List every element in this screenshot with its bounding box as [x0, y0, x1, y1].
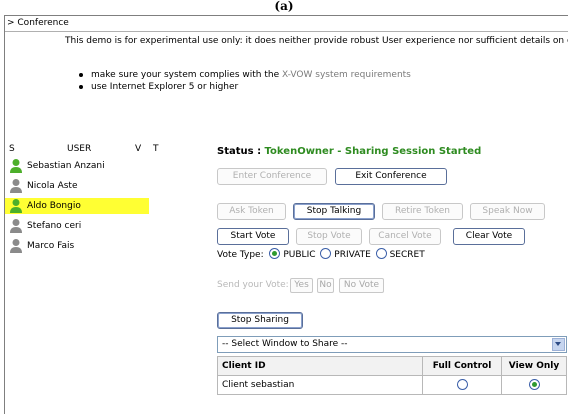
full-control-radio[interactable] — [456, 379, 468, 390]
requirement-item: make sure your system complies with the … — [75, 69, 411, 81]
vote-type-group: Vote Type: PUBLIC PRIVATE SECRET — [217, 248, 425, 262]
full-control-header: Full Control — [422, 356, 502, 376]
table-header-row: Client ID Full Control View Only — [217, 356, 567, 376]
user-name: Sebastian Anzani — [27, 161, 105, 171]
client-id-cell: Client sebastian — [217, 375, 423, 395]
view-only-cell — [501, 375, 567, 395]
vote-public-radio[interactable] — [269, 248, 281, 259]
user-row[interactable]: Stefano ceri — [5, 218, 165, 234]
vote-secret-label: SECRET — [389, 250, 425, 260]
user-list: Sebastian Anzani Nicola Aste Aldo Bongio… — [5, 158, 165, 258]
enter-conference-button[interactable]: Enter Conference — [217, 168, 327, 185]
user-row-selected[interactable]: Aldo Bongio — [5, 198, 149, 214]
user-name: Aldo Bongio — [27, 201, 81, 211]
user-offline-icon — [10, 179, 22, 193]
conference-window: > Conference This demo is for experiment… — [4, 15, 568, 414]
user-online-icon — [10, 159, 22, 173]
user-row[interactable]: Nicola Aste — [5, 178, 165, 194]
user-name: Marco Fais — [27, 241, 75, 251]
column-v: V — [135, 144, 142, 154]
view-only-header: View Only — [501, 356, 567, 376]
view-only-radio[interactable] — [528, 379, 540, 390]
user-online-icon — [10, 199, 22, 213]
requirement-text: make sure your system complies with the — [91, 70, 282, 80]
no-vote-button[interactable]: No Vote — [339, 278, 384, 293]
requirements-list: make sure your system complies with the … — [75, 69, 411, 93]
user-offline-icon — [10, 219, 22, 233]
bullet-icon — [79, 85, 83, 89]
user-name: Stefano ceri — [27, 221, 82, 231]
column-s: S — [9, 144, 15, 154]
exit-conference-button[interactable]: Exit Conference — [335, 168, 447, 185]
stop-sharing-button[interactable]: Stop Sharing — [217, 312, 303, 329]
speak-now-button[interactable]: Speak Now — [470, 203, 545, 220]
full-control-cell — [422, 375, 502, 395]
clients-table: Client ID Full Control View Only Client … — [217, 356, 567, 395]
page-title: > Conference — [5, 16, 568, 32]
bullet-icon — [79, 73, 83, 77]
clear-vote-button[interactable]: Clear Vote — [453, 228, 525, 245]
vote-type-label: Vote Type: — [217, 250, 264, 260]
status-line: Status : TokenOwner - Sharing Session St… — [217, 146, 481, 157]
user-row[interactable]: Sebastian Anzani — [5, 158, 165, 174]
user-offline-icon — [10, 239, 22, 253]
demo-notice: This demo is for experimental use only: … — [65, 36, 568, 46]
stop-talking-button[interactable]: Stop Talking — [293, 203, 375, 220]
vote-public-label: PUBLIC — [283, 250, 316, 260]
start-vote-button[interactable]: Start Vote — [217, 228, 289, 245]
requirement-text: use Internet Explorer 5 or higher — [91, 82, 239, 92]
system-requirements-link[interactable]: X-VOW system requirements — [282, 70, 411, 80]
window-share-select[interactable]: -- Select Window to Share -- — [217, 336, 567, 353]
user-row[interactable]: Marco Fais — [5, 238, 165, 254]
vote-private-label: PRIVATE — [334, 250, 371, 260]
requirement-item: use Internet Explorer 5 or higher — [75, 81, 411, 93]
column-t: T — [153, 144, 159, 154]
send-vote-label: Send your Vote: — [217, 280, 289, 290]
stop-vote-button[interactable]: Stop Vote — [296, 228, 362, 245]
figure-caption: (a) — [274, 0, 294, 13]
client-id-header: Client ID — [217, 356, 423, 376]
vote-private-radio[interactable] — [320, 248, 332, 259]
status-value: TokenOwner - Sharing Session Started — [264, 146, 482, 157]
status-label: Status : — [217, 146, 265, 157]
retire-token-button[interactable]: Retire Token — [382, 203, 463, 220]
table-row: Client sebastian — [217, 375, 567, 395]
user-list-header: S USER V T — [5, 143, 205, 155]
column-user: USER — [67, 144, 92, 154]
window-share-select-value: -- Select Window to Share -- — [222, 339, 348, 349]
vote-yes-button[interactable]: Yes — [290, 278, 313, 293]
chevron-down-icon[interactable] — [552, 338, 565, 351]
cancel-vote-button[interactable]: Cancel Vote — [369, 228, 441, 245]
ask-token-button[interactable]: Ask Token — [217, 203, 286, 220]
vote-secret-radio[interactable] — [375, 248, 387, 259]
vote-no-button[interactable]: No — [317, 278, 334, 293]
user-name: Nicola Aste — [27, 181, 78, 191]
